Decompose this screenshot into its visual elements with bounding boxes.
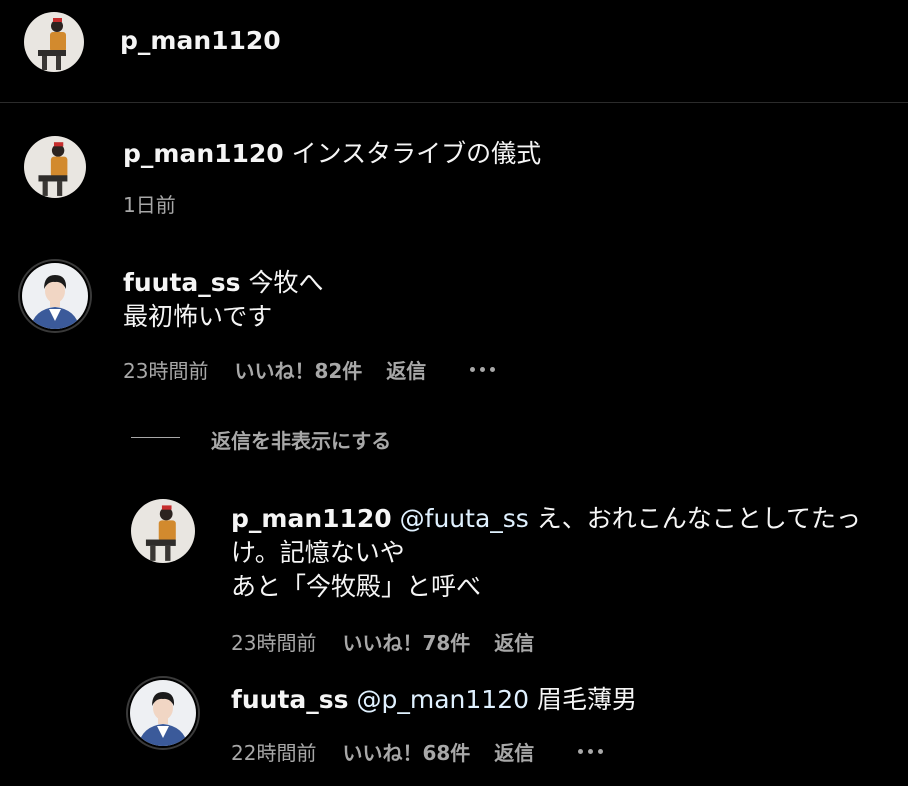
reply2-meta: 22時間前 いいね！68件 返信 <box>231 737 604 766</box>
reply1-time: 23時間前 <box>231 631 317 655</box>
reply2-time: 22時間前 <box>231 741 317 765</box>
caption: p_man1120 インスタライブの儀式 <box>123 137 541 171</box>
caption-text: インスタライブの儀式 <box>291 139 542 168</box>
header-avatar[interactable] <box>24 12 84 72</box>
more-options-icon[interactable] <box>470 367 496 372</box>
more-options-icon[interactable] <box>578 749 604 754</box>
hide-replies-line <box>131 437 180 438</box>
reply1-mention[interactable]: @fuuta_ss <box>400 504 529 533</box>
header-divider <box>0 102 908 103</box>
comment-username[interactable]: fuuta_ss <box>123 268 241 297</box>
comment-time: 23時間前 <box>123 359 209 383</box>
reply2-avatar[interactable] <box>130 680 196 746</box>
reply2-text: 眉毛薄男 <box>536 685 637 714</box>
caption-username[interactable]: p_man1120 <box>123 139 284 168</box>
reply1-line2: け。記憶ないや <box>231 538 405 567</box>
reply1-line3: あと「今牧殿」と呼べ <box>231 572 482 601</box>
hide-replies-button[interactable]: 返信を非表示にする <box>211 425 391 454</box>
reply2-body: fuuta_ss @p_man1120 眉毛薄男 <box>231 683 637 717</box>
comment-meta: 23時間前 いいね！82件 返信 <box>123 355 496 384</box>
reply1-meta: 23時間前 いいね！78件 返信 <box>231 627 534 656</box>
comment-likes[interactable]: いいね！82件 <box>234 355 362 384</box>
reply2-mention[interactable]: @p_man1120 <box>357 685 530 714</box>
reply1-username[interactable]: p_man1120 <box>231 504 392 533</box>
comment-reply-button[interactable]: 返信 <box>386 355 426 384</box>
comment-body: fuuta_ss 今牧へ 最初怖いです <box>123 266 324 334</box>
comment-line2: 最初怖いです <box>123 302 273 331</box>
reply1-body: p_man1120 @fuuta_ss え、おれこんなことしてたっ け。記憶ない… <box>231 502 861 604</box>
comment-line1: 今牧へ <box>248 268 324 297</box>
reply1-line1: え、おれこんなことしてたっ <box>536 504 862 533</box>
reply1-likes[interactable]: いいね！78件 <box>342 627 470 656</box>
comment-avatar[interactable] <box>22 263 88 329</box>
reply2-likes[interactable]: いいね！68件 <box>342 737 470 766</box>
reply1-reply-button[interactable]: 返信 <box>494 627 534 656</box>
header-username[interactable]: p_man1120 <box>120 24 281 58</box>
reply1-avatar[interactable] <box>131 499 195 563</box>
reply2-username[interactable]: fuuta_ss <box>231 685 349 714</box>
caption-avatar[interactable] <box>24 136 86 198</box>
caption-time: 1日前 <box>123 193 176 217</box>
reply2-reply-button[interactable]: 返信 <box>494 737 534 766</box>
